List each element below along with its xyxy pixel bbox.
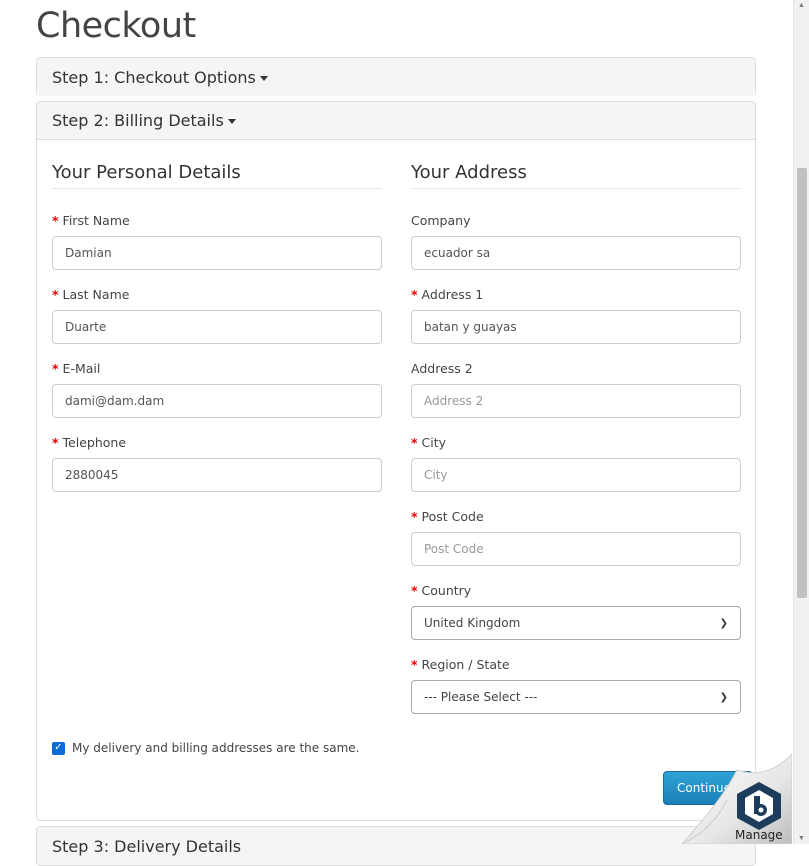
same-address-label[interactable]: My delivery and billing addresses are th… [72, 741, 359, 755]
chevron-down-icon: ❯ [719, 691, 728, 703]
required-mark: * [52, 361, 59, 376]
scrollbar-thumb[interactable] [797, 168, 807, 598]
manage-label[interactable]: Manage [735, 828, 783, 842]
required-mark: * [411, 583, 418, 598]
step-3-heading[interactable]: Step 3: Delivery Details [37, 827, 755, 865]
region-label: * Region / State [411, 657, 510, 672]
country-selected-value: United Kingdom [424, 616, 521, 630]
company-field[interactable] [411, 236, 741, 270]
city-field[interactable] [411, 458, 741, 492]
country-label: * Country [411, 583, 472, 598]
email-label: * E-Mail [52, 361, 101, 376]
region-select[interactable]: --- Please Select --- ❯ [411, 680, 741, 714]
caret-down-icon [259, 75, 268, 81]
step-1-panel: Step 1: Checkout Options [36, 57, 756, 96]
required-mark: * [52, 435, 59, 450]
required-mark: * [411, 509, 418, 524]
required-mark: * [52, 213, 59, 228]
step-1-title[interactable]: Step 1: Checkout Options [52, 68, 256, 87]
company-label: Company [411, 213, 471, 228]
step-1-heading[interactable]: Step 1: Checkout Options [37, 58, 755, 96]
same-address-checkbox[interactable]: ✓ [52, 741, 65, 755]
step-2-heading[interactable]: Step 2: Billing Details [37, 102, 755, 140]
required-mark: * [411, 435, 418, 450]
page-title: Checkout [36, 6, 196, 46]
post-code-field[interactable] [411, 532, 741, 566]
address-2-field[interactable] [411, 384, 741, 418]
first-name-label: * First Name [52, 213, 130, 228]
telephone-field[interactable] [52, 458, 382, 492]
post-code-label: * Post Code [411, 509, 484, 524]
same-address-row: ✓ My delivery and billing addresses are … [52, 741, 359, 755]
step-3-panel: Step 3: Delivery Details [36, 826, 756, 866]
required-mark: * [411, 287, 418, 302]
country-select[interactable]: United Kingdom ❯ [411, 606, 741, 640]
address-2-label: Address 2 [411, 361, 473, 376]
step-3-title[interactable]: Step 3: Delivery Details [52, 837, 241, 856]
first-name-field[interactable] [52, 236, 382, 270]
personal-details-legend: Your Personal Details [52, 162, 382, 189]
region-selected-value: --- Please Select --- [424, 690, 538, 704]
address-1-field[interactable] [411, 310, 741, 344]
required-mark: * [411, 657, 418, 672]
scroll-up-arrow-icon[interactable]: ▲ [798, 2, 805, 9]
address-1-label: * Address 1 [411, 287, 484, 302]
last-name-label: * Last Name [52, 287, 130, 302]
caret-down-icon [227, 119, 236, 124]
chevron-down-icon: ❯ [719, 617, 728, 629]
email-field[interactable] [52, 384, 382, 418]
last-name-field[interactable] [52, 310, 382, 344]
scrollbar[interactable]: ▲ ▼ [793, 0, 809, 844]
step-2-title[interactable]: Step 2: Billing Details [52, 111, 224, 130]
scroll-down-arrow-icon[interactable]: ▼ [798, 835, 805, 842]
city-label: * City [411, 435, 447, 450]
telephone-label: * Telephone [52, 435, 127, 450]
address-legend: Your Address [411, 162, 741, 189]
required-mark: * [52, 287, 59, 302]
